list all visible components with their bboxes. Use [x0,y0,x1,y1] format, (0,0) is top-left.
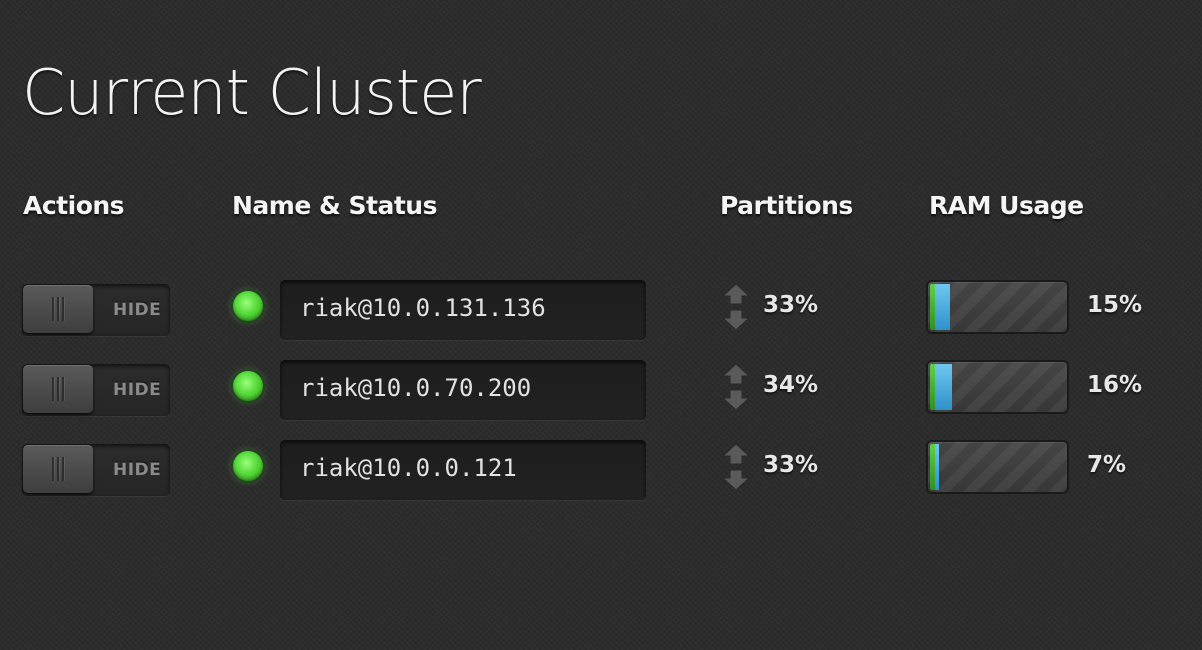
partitions-percent: 33% [763,292,819,318]
ram-bar-fill [935,364,952,410]
partition-stepper[interactable] [721,442,751,492]
arrow-down-icon[interactable] [721,468,751,492]
page-title: Current Cluster [22,56,482,129]
toggle-label: HIDE [113,300,162,320]
node-name-field[interactable]: riak@10.0.131.136 [280,280,646,340]
toggle-knob[interactable] [23,365,93,413]
status-led-icon [233,371,263,401]
partitions-percent: 33% [763,452,819,478]
status-led-icon [233,451,263,481]
partition-stepper[interactable] [721,362,751,412]
partitions-percent: 34% [763,372,819,398]
ram-usage-bar [928,282,1067,332]
cluster-node-row: HIDE riak@10.0.70.200 34% 16% [0,359,1202,421]
node-name: riak@10.0.70.200 [300,374,532,402]
arrow-up-icon[interactable] [721,282,751,306]
cluster-node-row: HIDE riak@10.0.131.136 33% 15% [0,279,1202,341]
ram-usage-percent: 16% [1087,372,1143,398]
ram-bar-fill [935,284,950,330]
ram-usage-bar [928,442,1067,492]
ram-usage-bar [928,362,1067,412]
node-name: riak@10.0.0.121 [300,454,517,482]
toggle-knob[interactable] [23,445,93,493]
arrow-up-icon[interactable] [721,362,751,386]
ram-usage-percent: 7% [1087,452,1127,478]
column-header-partitions: Partitions [720,191,853,220]
node-name-field[interactable]: riak@10.0.0.121 [280,440,646,500]
arrow-down-icon[interactable] [721,308,751,332]
node-name-field[interactable]: riak@10.0.70.200 [280,360,646,420]
ram-bar-fill [935,444,939,490]
toggle-knob[interactable] [23,285,93,333]
column-header-actions: Actions [23,191,125,220]
toggle-label: HIDE [113,380,162,400]
ram-usage-percent: 15% [1087,292,1143,318]
node-name: riak@10.0.131.136 [300,294,546,322]
hide-toggle[interactable]: HIDE [22,364,170,416]
toggle-label: HIDE [113,460,162,480]
hide-toggle[interactable]: HIDE [22,284,170,336]
arrow-down-icon[interactable] [721,388,751,412]
column-header-name-status: Name & Status [232,191,437,220]
hide-toggle[interactable]: HIDE [22,444,170,496]
arrow-up-icon[interactable] [721,442,751,466]
column-header-ram-usage: RAM Usage [929,191,1084,220]
cluster-node-row: HIDE riak@10.0.0.121 33% 7% [0,439,1202,501]
partition-stepper[interactable] [721,282,751,332]
status-led-icon [233,291,263,321]
